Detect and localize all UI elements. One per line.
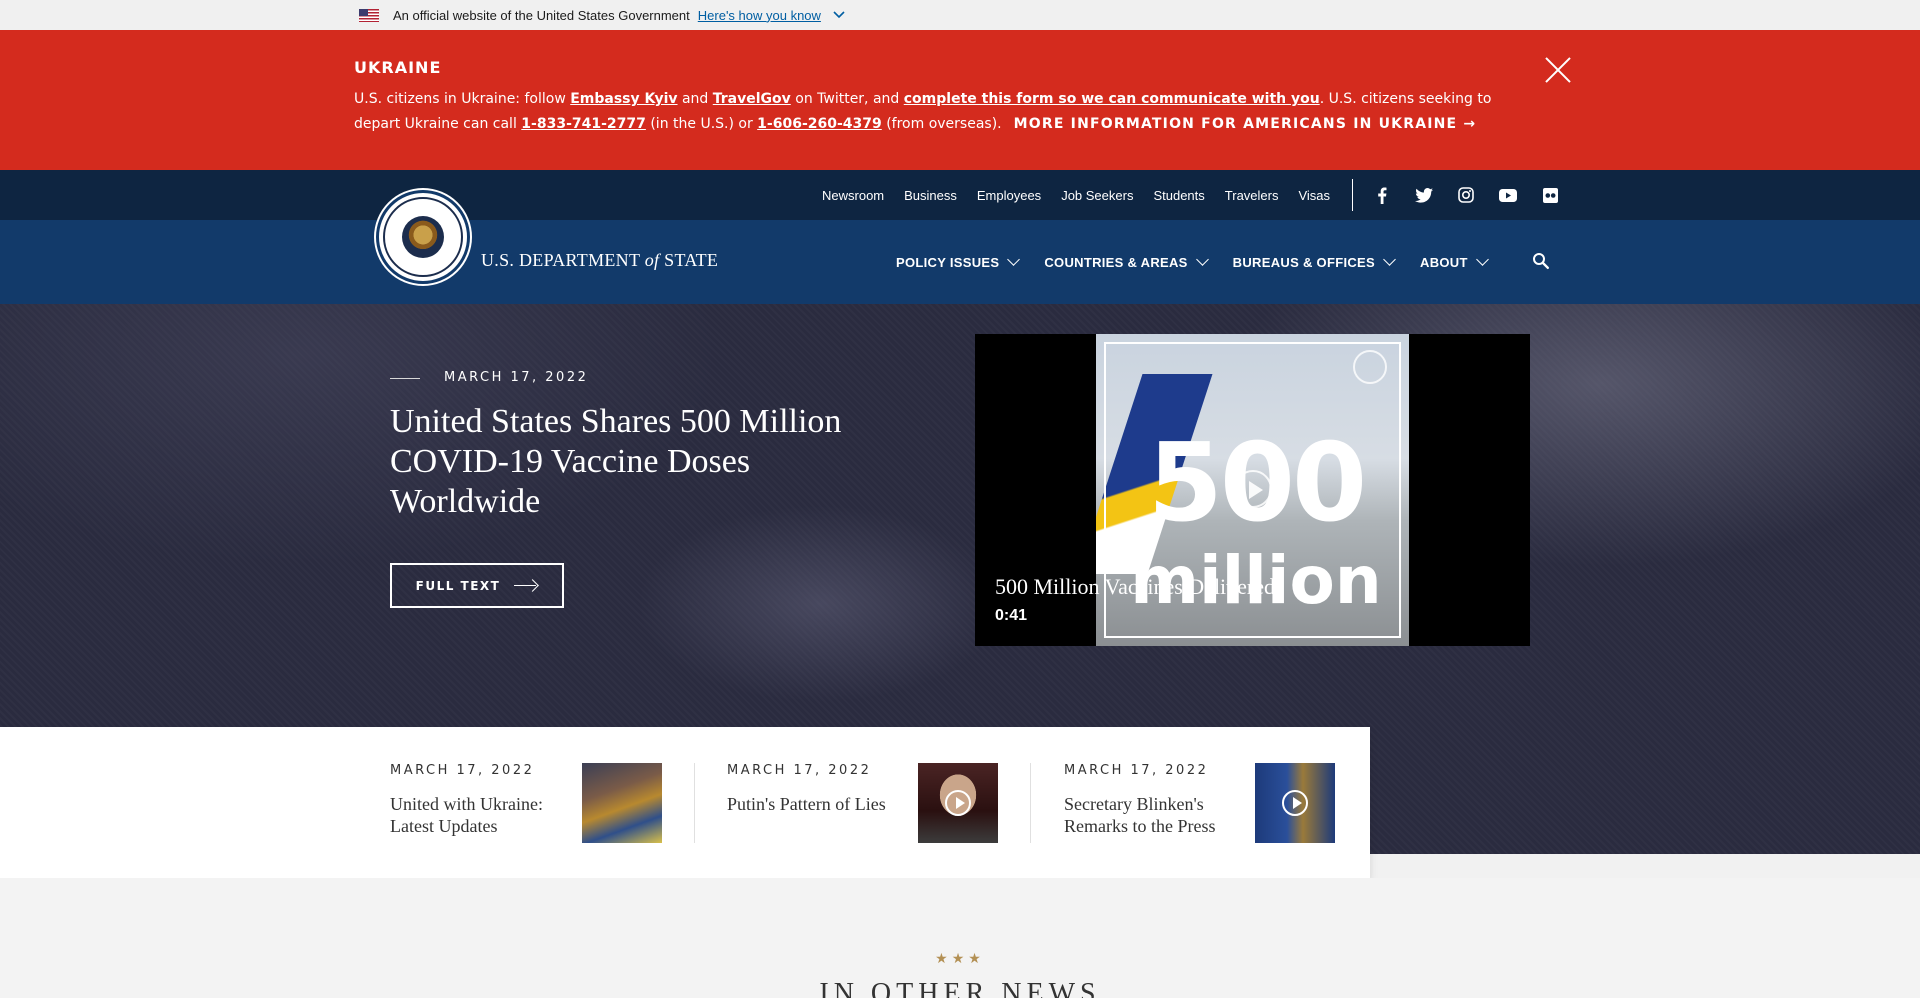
main-menu: POLICY ISSUES COUNTRIES & AREAS BUREAUS … xyxy=(896,220,1489,304)
card-thumbnail[interactable] xyxy=(582,763,662,843)
chevron-down-icon xyxy=(1475,253,1489,266)
video-title: 500 Million Vaccines Delivered xyxy=(995,574,1276,599)
brand-name-suffix: STATE xyxy=(659,250,719,270)
utility-divider xyxy=(1352,179,1353,211)
card-date: MARCH 17, 2022 xyxy=(1064,763,1209,778)
brand-name-of: of xyxy=(644,250,660,270)
other-news-section: ★★★ IN OTHER NEWS xyxy=(0,878,1920,998)
social-links xyxy=(1372,170,1560,220)
alert-text: U.S. citizens in Ukraine: follow Embassy… xyxy=(354,87,1529,137)
us-flag-icon xyxy=(359,8,379,22)
heres-how-you-know-link[interactable]: Here's how you know xyxy=(698,8,821,23)
brand-name-prefix: U.S. DEPARTMENT xyxy=(481,250,645,270)
hero-date-rule xyxy=(390,378,420,379)
utility-bar: Newsroom Business Employees Job Seekers … xyxy=(0,170,1920,220)
card-title[interactable]: Secretary Blinken's Remarks to the Press xyxy=(1064,793,1234,837)
more-information-link[interactable]: MORE INFORMATION FOR AMERICANS IN UKRAIN… xyxy=(1014,116,1477,132)
utility-link-travelers[interactable]: Travelers xyxy=(1225,188,1279,203)
arrow-right-icon xyxy=(514,581,538,591)
youtube-icon[interactable] xyxy=(1498,185,1518,205)
flickr-icon[interactable] xyxy=(1540,185,1560,205)
alert-title: UKRAINE xyxy=(354,58,442,77)
card-title[interactable]: United with Ukraine: Latest Updates xyxy=(390,793,560,837)
seal-ring xyxy=(383,197,463,277)
card-title[interactable]: Putin's Pattern of Lies xyxy=(727,793,897,815)
menu-label: ABOUT xyxy=(1420,254,1468,270)
hero-video[interactable]: 500 million 500 Million Vaccines Deliver… xyxy=(975,334,1530,646)
menu-about[interactable]: ABOUT xyxy=(1420,253,1489,270)
play-icon[interactable] xyxy=(945,790,971,816)
play-icon[interactable] xyxy=(1234,470,1272,508)
card-thumbnail[interactable] xyxy=(1255,763,1335,843)
menu-policy-issues[interactable]: POLICY ISSUES xyxy=(896,253,1021,270)
utility-link-business[interactable]: Business xyxy=(904,188,957,203)
phone-us-link[interactable]: 1-833-741-2777 xyxy=(521,116,646,132)
gov-banner-text: An official website of the United States… xyxy=(393,7,690,23)
menu-label: COUNTRIES & AREAS xyxy=(1044,254,1188,270)
main-nav: U.S. DEPARTMENT of STATE POLICY ISSUES C… xyxy=(0,190,1920,304)
embassy-kyiv-link[interactable]: Embassy Kyiv xyxy=(570,91,677,107)
utility-nav: Newsroom Business Employees Job Seekers … xyxy=(822,170,1330,220)
utility-link-visas[interactable]: Visas xyxy=(1298,188,1330,203)
stars-ornament: ★★★ xyxy=(935,950,985,966)
card-divider xyxy=(694,763,695,843)
card-divider xyxy=(1030,763,1031,843)
featured-card[interactable]: MARCH 17, 2022 Putin's Pattern of Lies xyxy=(727,763,999,843)
card-thumbnail[interactable] xyxy=(918,763,998,843)
utility-link-newsroom[interactable]: Newsroom xyxy=(822,188,884,203)
menu-bureaus-offices[interactable]: BUREAUS & OFFICES xyxy=(1232,253,1396,270)
full-text-button[interactable]: FULL TEXT xyxy=(390,563,564,608)
alert-text-part: U.S. citizens in Ukraine: follow xyxy=(354,91,571,107)
alert-text-part: (in the U.S.) or xyxy=(645,116,758,132)
travelgov-link[interactable]: TravelGov xyxy=(713,91,791,107)
hero-headline[interactable]: United States Shares 500 Million COVID-1… xyxy=(390,402,860,522)
chevron-down-icon[interactable] xyxy=(833,8,845,22)
card-date: MARCH 17, 2022 xyxy=(727,763,872,778)
card-date: MARCH 17, 2022 xyxy=(390,763,535,778)
close-icon[interactable] xyxy=(1544,56,1572,84)
alert-text-part: and xyxy=(677,91,713,107)
video-duration: 0:41 xyxy=(995,607,1028,624)
other-news-title: IN OTHER NEWS xyxy=(819,978,1101,998)
featured-card[interactable]: MARCH 17, 2022 Secretary Blinken's Remar… xyxy=(1064,763,1336,843)
alert-text-part: on Twitter, and xyxy=(790,91,904,107)
menu-label: BUREAUS & OFFICES xyxy=(1232,254,1375,270)
phone-overseas-link[interactable]: 1-606-260-4379 xyxy=(757,116,882,132)
gov-banner: An official website of the United States… xyxy=(0,0,1920,30)
full-text-label: FULL TEXT xyxy=(415,578,501,593)
search-icon[interactable] xyxy=(1532,252,1552,272)
utility-link-job-seekers[interactable]: Job Seekers xyxy=(1061,188,1133,203)
utility-link-students[interactable]: Students xyxy=(1153,188,1204,203)
chevron-down-icon xyxy=(1195,253,1209,266)
department-seal-logo[interactable] xyxy=(376,190,470,284)
chevron-down-icon xyxy=(1007,253,1021,266)
hero-date: MARCH 17, 2022 xyxy=(444,370,589,385)
menu-label: POLICY ISSUES xyxy=(896,254,1000,270)
alert-text-part: (from overseas). xyxy=(881,116,1002,132)
instagram-icon[interactable] xyxy=(1456,185,1476,205)
featured-strip: MARCH 17, 2022 United with Ukraine: Late… xyxy=(0,727,1370,878)
ukraine-alert: UKRAINE U.S. citizens in Ukraine: follow… xyxy=(0,30,1920,170)
menu-countries-areas[interactable]: COUNTRIES & AREAS xyxy=(1044,253,1209,270)
utility-link-employees[interactable]: Employees xyxy=(977,188,1041,203)
twitter-icon[interactable] xyxy=(1414,185,1434,205)
brand-name[interactable]: U.S. DEPARTMENT of STATE xyxy=(481,250,718,271)
play-icon[interactable] xyxy=(1282,790,1308,816)
facebook-icon[interactable] xyxy=(1372,185,1392,205)
featured-card[interactable]: MARCH 17, 2022 United with Ukraine: Late… xyxy=(390,763,662,843)
chevron-down-icon xyxy=(1383,253,1396,266)
communication-form-link[interactable]: complete this form so we can communicate… xyxy=(904,91,1320,107)
eagle-icon xyxy=(402,216,444,258)
